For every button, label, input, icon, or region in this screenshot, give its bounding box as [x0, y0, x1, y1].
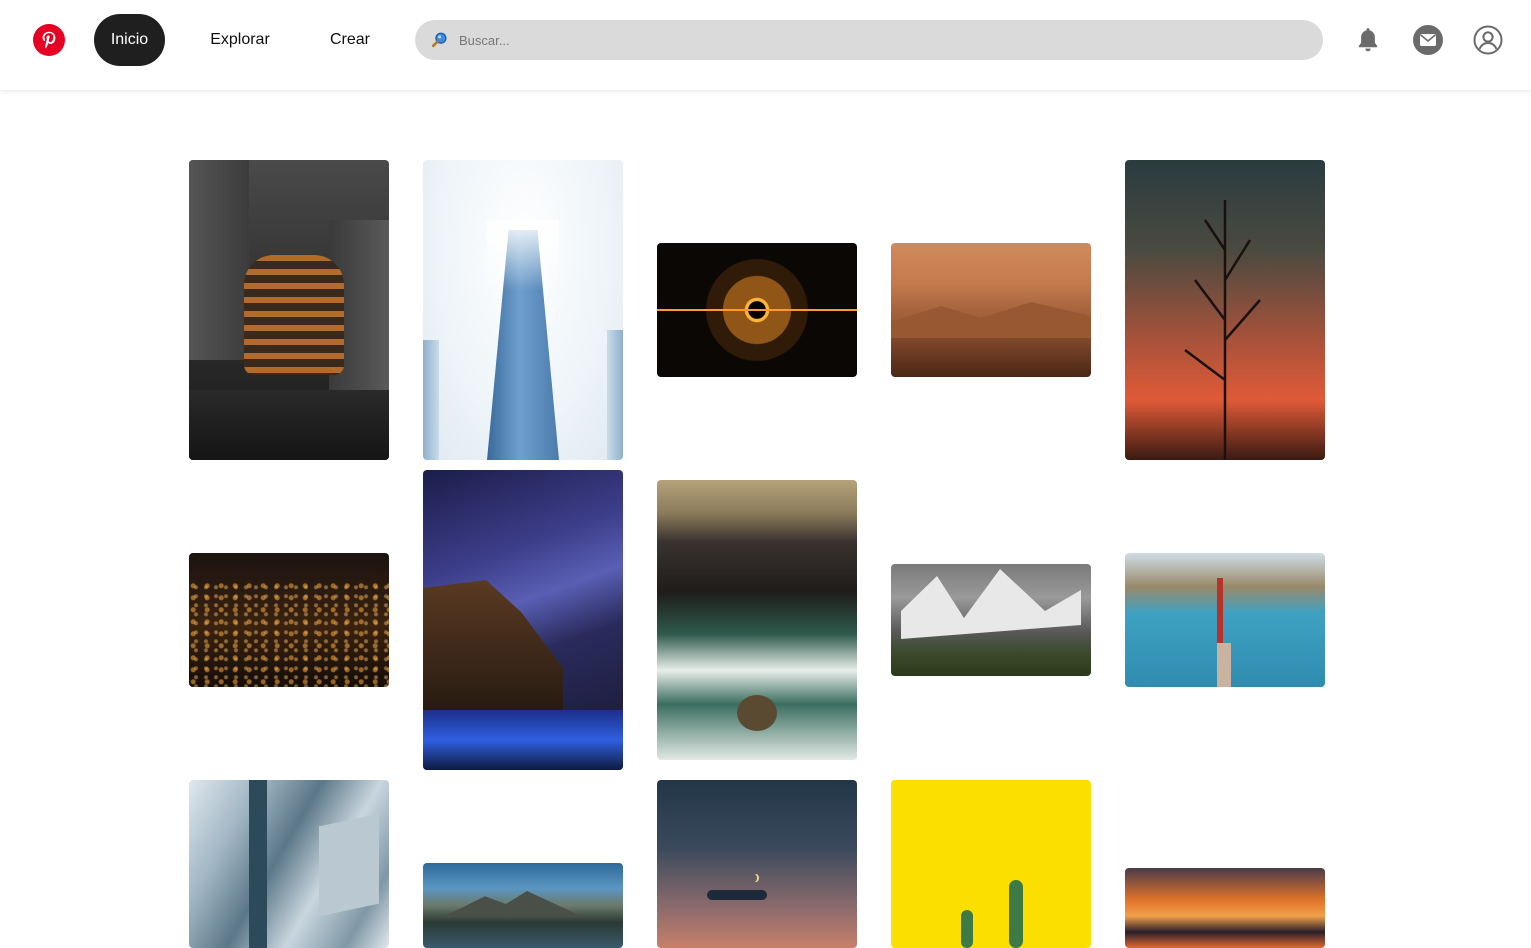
bell-icon[interactable]: [1352, 24, 1384, 56]
pin-dusk-sky-moon[interactable]: [657, 780, 857, 948]
top-navigation-bar: Inicio Explorar Crear: [0, 0, 1531, 90]
pin-snowy-mountain[interactable]: [891, 564, 1091, 676]
mail-icon[interactable]: [1412, 24, 1444, 56]
pin-orange-mountains[interactable]: [891, 243, 1091, 377]
user-icon[interactable]: [1472, 24, 1504, 56]
pin-aerial-waves[interactable]: [657, 480, 857, 760]
pinterest-logo[interactable]: [33, 24, 65, 56]
pin-island-landscape[interactable]: [423, 863, 623, 948]
pin-plant-silhouette-sunset[interactable]: [1125, 160, 1325, 460]
pin-golden-gate-bridge[interactable]: [1125, 553, 1325, 687]
nav-explorar[interactable]: Explorar: [196, 14, 284, 66]
pin-city-lights-night[interactable]: [189, 553, 389, 687]
pin-milky-way-cliff[interactable]: [423, 470, 623, 770]
nav-inicio[interactable]: Inicio: [94, 14, 165, 66]
pin-sunset-clouds[interactable]: [1125, 868, 1325, 948]
pin-ice-formation[interactable]: [189, 780, 389, 948]
pin-vessel-building[interactable]: [189, 160, 389, 460]
nav-crear[interactable]: Crear: [316, 14, 384, 66]
pin-skyscraper-fog[interactable]: [423, 160, 623, 460]
pin-steel-wool-fire[interactable]: [657, 243, 857, 377]
pin-cactus-yellow[interactable]: [891, 780, 1091, 948]
search-bar[interactable]: [415, 20, 1323, 60]
pinterest-p-icon: [42, 31, 56, 49]
search-input[interactable]: [459, 32, 1259, 48]
search-icon: [431, 32, 447, 48]
